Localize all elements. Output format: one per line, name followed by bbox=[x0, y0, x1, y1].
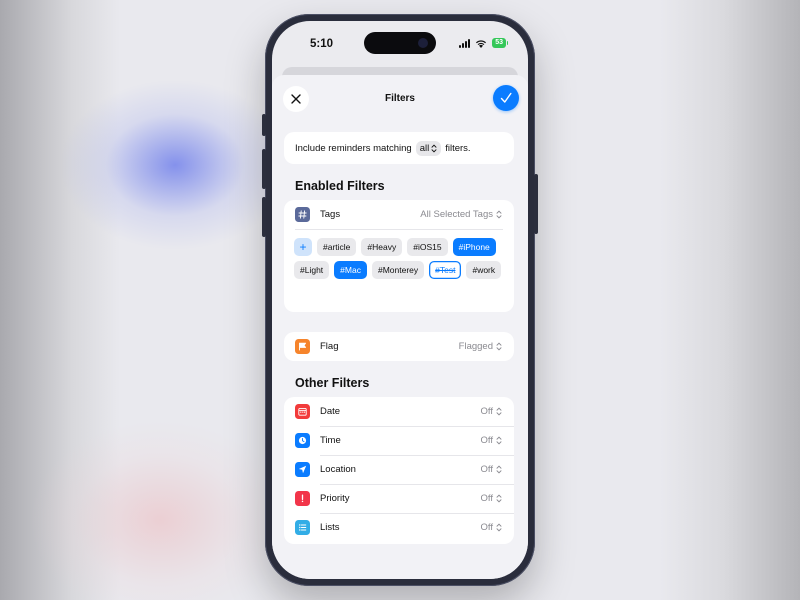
flag-icon bbox=[295, 339, 310, 354]
filter-label: Time bbox=[320, 435, 341, 446]
tag-chip-selected[interactable]: #iPhone bbox=[452, 238, 496, 256]
enabled-filters-heading: Enabled Filters bbox=[295, 179, 385, 193]
filter-row-priority[interactable]: Priority Off bbox=[284, 484, 514, 513]
match-mode-selector[interactable]: all bbox=[415, 140, 442, 156]
filter-value[interactable]: Off bbox=[481, 493, 503, 504]
filter-row-time[interactable]: Time Off bbox=[284, 426, 514, 455]
status-bar: 5:10 53 bbox=[272, 21, 528, 65]
filter-value-text: Off bbox=[480, 493, 494, 504]
match-mode-card: Include reminders matching all filters. bbox=[284, 132, 514, 164]
filter-value[interactable]: Off bbox=[481, 406, 503, 417]
battery-icon: 53 bbox=[492, 38, 508, 48]
chevron-updown-icon bbox=[496, 494, 502, 503]
clock-icon bbox=[295, 433, 310, 448]
chevron-updown-icon bbox=[496, 465, 502, 474]
filter-value-text: Off bbox=[480, 435, 494, 446]
tag-chip[interactable]: #article bbox=[317, 238, 357, 256]
hash-icon bbox=[295, 207, 310, 222]
tags-row[interactable]: Tags All Selected Tags bbox=[284, 200, 514, 229]
tag-chip-selected[interactable]: #Mac bbox=[334, 261, 367, 279]
chevron-updown-icon bbox=[496, 210, 502, 219]
tag-chip[interactable]: #Monterey bbox=[371, 261, 425, 279]
match-suffix: filters. bbox=[445, 142, 471, 154]
tag-chip[interactable]: #Light bbox=[294, 261, 330, 279]
filter-label: Priority bbox=[320, 493, 350, 504]
filter-label: Lists bbox=[320, 522, 340, 533]
chevron-updown-icon bbox=[496, 523, 502, 532]
chevron-updown-icon bbox=[496, 436, 502, 445]
tags-filter-card: Tags All Selected Tags + #article #Heavy… bbox=[284, 200, 514, 312]
filter-value[interactable]: Off bbox=[481, 522, 503, 533]
page-title: Filters bbox=[384, 93, 415, 104]
other-filters-card: Date Off Time Off Location Off Priority … bbox=[284, 397, 514, 544]
list-icon bbox=[295, 520, 310, 535]
chevron-updown-icon bbox=[431, 143, 437, 153]
match-prefix: Include reminders matching bbox=[295, 142, 412, 154]
other-filters-heading: Other Filters bbox=[295, 376, 370, 390]
filter-row-location[interactable]: Location Off bbox=[284, 455, 514, 484]
chevron-updown-icon bbox=[496, 407, 502, 416]
add-tag-button[interactable]: + bbox=[294, 238, 312, 256]
flag-label: Flag bbox=[320, 341, 339, 352]
location-arrow-icon bbox=[295, 462, 310, 477]
filter-value-text: Off bbox=[480, 464, 494, 475]
filter-value[interactable]: Off bbox=[481, 435, 503, 446]
filters-sheet: Filters Include reminders matching all f… bbox=[272, 75, 528, 579]
match-mode-value: all bbox=[419, 142, 430, 154]
flag-row[interactable]: Flag Flagged bbox=[284, 332, 514, 361]
tag-chip[interactable]: #Heavy bbox=[361, 238, 403, 256]
tags-value-text: All Selected Tags bbox=[420, 209, 493, 220]
dynamic-island bbox=[364, 32, 436, 54]
filter-row-lists[interactable]: Lists Off bbox=[284, 513, 514, 542]
filter-value-text: Off bbox=[480, 406, 494, 417]
phone-frame: 5:10 53 Filters Include reminders matchi… bbox=[262, 14, 538, 586]
filter-value[interactable]: Off bbox=[481, 464, 503, 475]
wifi-icon bbox=[476, 39, 487, 48]
checkmark-icon bbox=[500, 92, 512, 103]
tag-chip-excluded[interactable]: #Test bbox=[429, 261, 462, 279]
tags-value[interactable]: All Selected Tags bbox=[420, 209, 502, 220]
phone-screen: 5:10 53 Filters Include reminders matchi… bbox=[272, 21, 528, 579]
tag-chip[interactable]: #iOS15 bbox=[407, 238, 448, 256]
filter-label: Date bbox=[320, 406, 341, 417]
tags-label: Tags bbox=[320, 209, 341, 220]
status-time: 5:10 bbox=[310, 38, 334, 50]
chevron-updown-icon bbox=[496, 342, 502, 351]
exclamation-icon bbox=[295, 491, 310, 506]
tag-list: + #article #Heavy #iOS15 #iPhone #Light … bbox=[294, 238, 506, 279]
calendar-icon bbox=[295, 404, 310, 419]
filter-row-date[interactable]: Date Off bbox=[284, 397, 514, 426]
flag-value[interactable]: Flagged bbox=[459, 341, 502, 352]
signal-icon bbox=[459, 38, 471, 48]
tag-chip[interactable]: #work bbox=[466, 261, 502, 279]
filter-value-text: Off bbox=[480, 522, 494, 533]
done-button[interactable] bbox=[493, 85, 519, 111]
filter-label: Location bbox=[320, 464, 356, 475]
flag-filter-card: Flag Flagged bbox=[284, 332, 514, 361]
flag-value-text: Flagged bbox=[458, 341, 493, 352]
